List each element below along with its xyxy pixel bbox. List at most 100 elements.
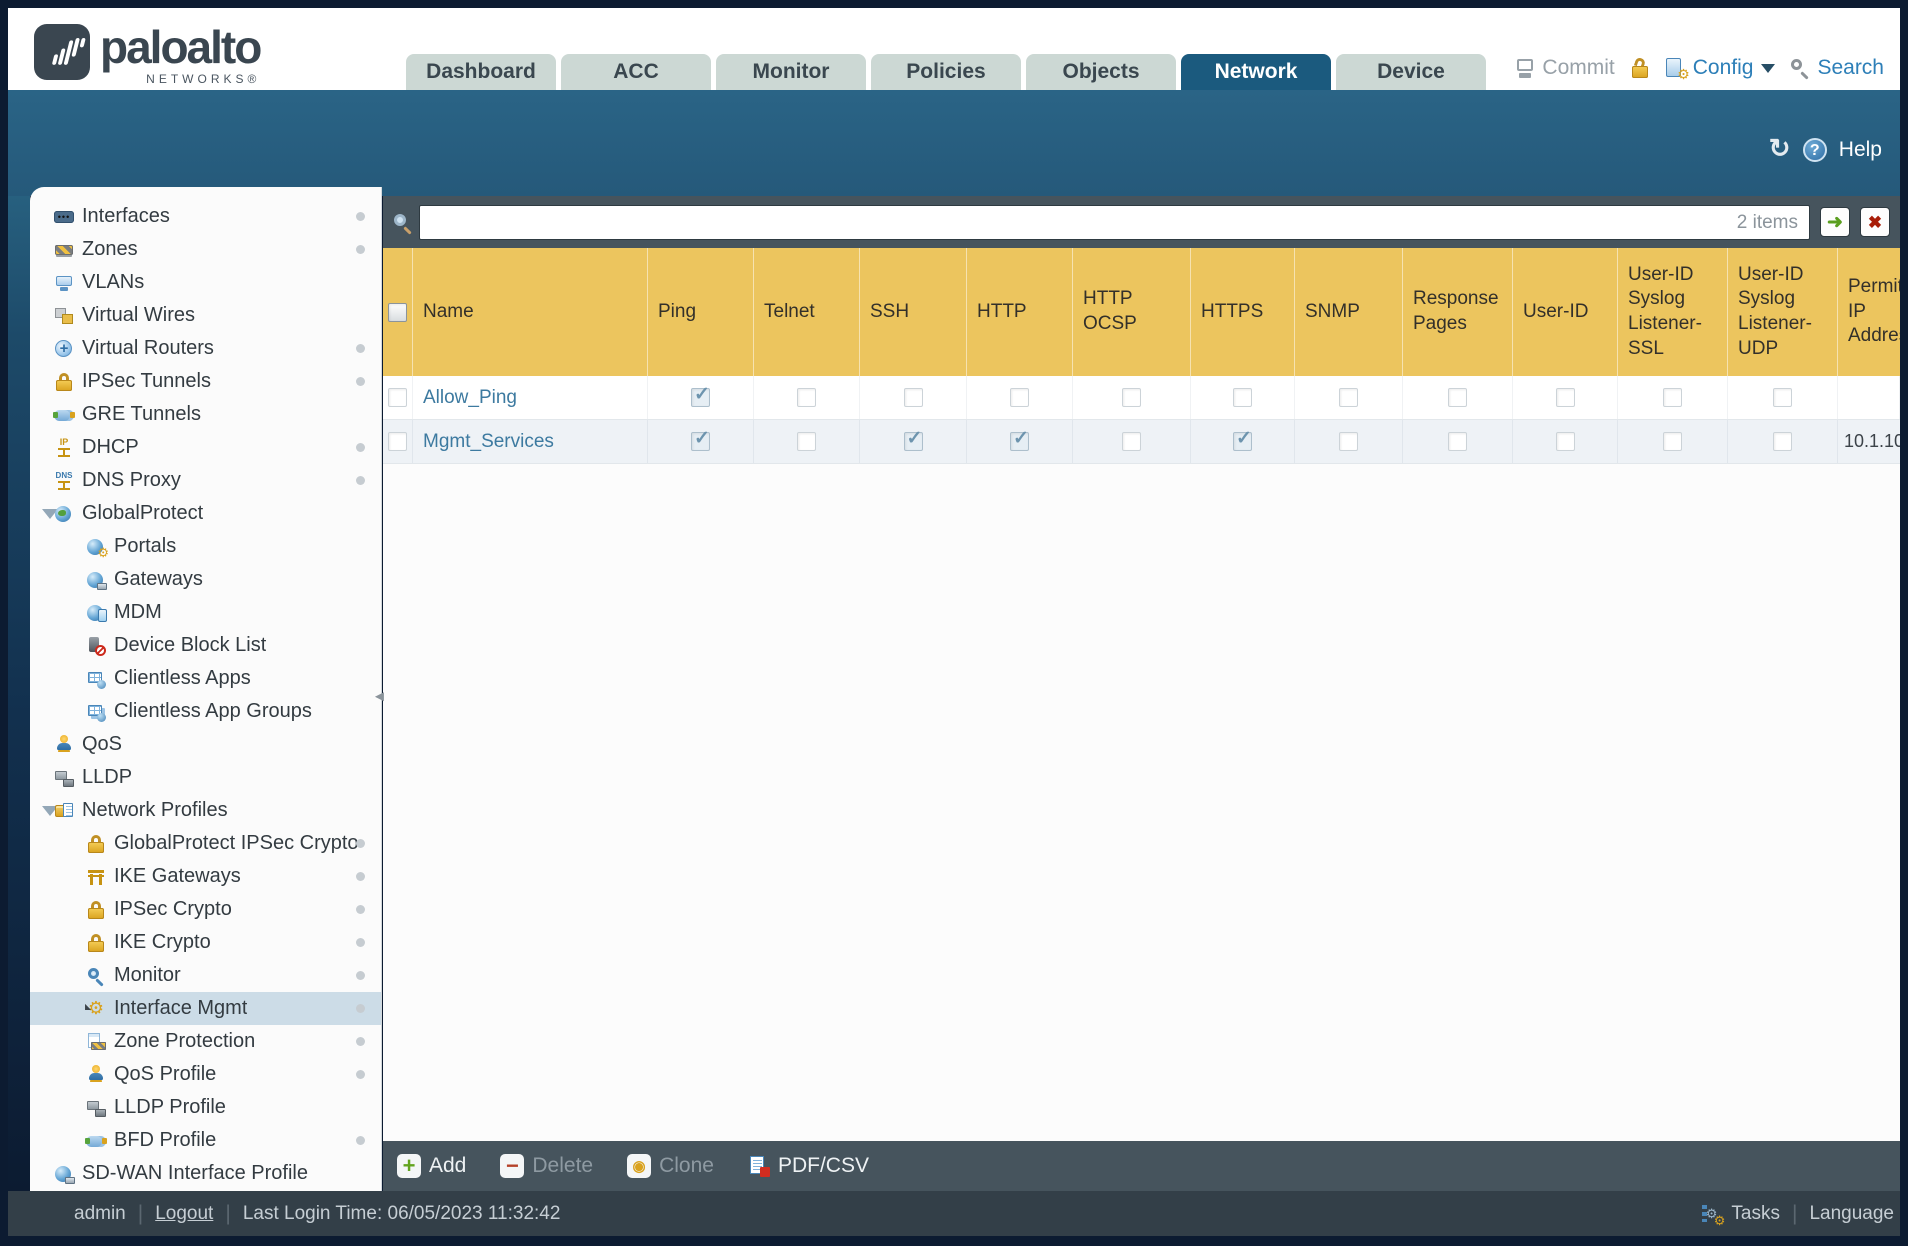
help-icon[interactable] [1802,138,1827,163]
column-header-http[interactable]: HTTP [967,248,1073,376]
zones-icon [54,240,74,260]
apply-filter-button[interactable]: ➜ [1820,207,1850,237]
http_ocsp-checkbox[interactable] [1122,432,1141,451]
sidebar-collapse-handle[interactable]: ◄ [372,688,387,705]
sidebar-item-interfaces[interactable]: Interfaces [30,200,381,233]
tab-dashboard[interactable]: Dashboard [406,54,556,90]
column-header-permitted-ip-address[interactable]: Permitted IP Address... [1838,248,1900,376]
lock-icon[interactable] [1629,57,1651,79]
profile-name-link[interactable]: Allow_Ping [423,387,517,409]
https-checkbox[interactable] [1233,388,1252,407]
commit-icon [1514,57,1536,79]
column-header-response-pages[interactable]: Response Pages [1403,248,1513,376]
tab-network[interactable]: Network [1181,54,1331,90]
tasks-link[interactable]: Tasks [1731,1203,1780,1225]
uid_syslog_udp-checkbox[interactable] [1773,432,1792,451]
sidebar-item-virtual-routers[interactable]: Virtual Routers [30,332,381,365]
filter-input[interactable] [419,204,1810,240]
sidebar-item-network-profiles[interactable]: Network Profiles [30,794,381,827]
sidebar-item-dns-proxy[interactable]: DNS Proxy [30,464,381,497]
user_id-checkbox[interactable] [1555,388,1575,407]
sidebar-item-monitor[interactable]: Monitor [30,959,381,992]
sidebar-item-zones[interactable]: Zones [30,233,381,266]
telnet-checkbox[interactable] [797,432,816,451]
sidebar-item-ipsec-crypto[interactable]: IPSec Crypto [30,893,381,926]
sidebar-item-virtual-wires[interactable]: Virtual Wires [30,299,381,332]
commit-button[interactable]: Commit [1514,56,1615,80]
uid_syslog_ssl-checkbox[interactable] [1663,388,1682,407]
sidebar-item-zone-protection[interactable]: Zone Protection [30,1025,381,1058]
select-all-checkbox[interactable] [388,302,407,322]
snmp-checkbox[interactable] [1339,432,1358,451]
tab-objects[interactable]: Objects [1026,54,1176,90]
sidebar-item-gre-tunnels[interactable]: GRE Tunnels [30,398,381,431]
sidebar-item-interface-mgmt[interactable]: Interface Mgmt [30,992,381,1025]
logout-link[interactable]: Logout [155,1203,213,1225]
https-checkbox[interactable] [1233,428,1252,451]
ssh-checkbox[interactable] [903,388,923,407]
column-header-http-ocsp[interactable]: HTTP OCSP [1073,248,1191,376]
sidebar-item-globalprotect-ipsec-crypto[interactable]: GlobalProtect IPSec Crypto [30,827,381,860]
ssh-checkbox[interactable] [903,428,923,451]
user_id-checkbox[interactable] [1555,432,1575,451]
sidebar-item-clientless-app-groups[interactable]: Clientless App Groups [30,695,381,728]
refresh-icon[interactable] [1769,133,1791,164]
sidebar-item-globalprotect[interactable]: GlobalProtect [30,497,381,530]
column-header-https[interactable]: HTTPS [1191,248,1295,376]
column-header-ping[interactable]: Ping [648,248,754,376]
sidebar-item-bfd-profile[interactable]: BFD Profile [30,1124,381,1157]
sidebar-item-qos[interactable]: QoS [30,728,381,761]
tab-device[interactable]: Device [1336,54,1486,90]
sidebar-item-ike-gateways[interactable]: IKE Gateways [30,860,381,893]
uid_syslog_udp-checkbox[interactable] [1773,388,1792,407]
sidebar-item-clientless-apps[interactable]: Clientless Apps [30,662,381,695]
column-header-telnet[interactable]: Telnet [754,248,860,376]
response_pages-checkbox[interactable] [1448,432,1467,451]
sidebar-item-gateways[interactable]: Gateways [30,563,381,596]
config-menu-button[interactable]: Config [1665,56,1776,83]
add-button[interactable]: + Add [397,1153,466,1178]
tab-monitor[interactable]: Monitor [716,54,866,90]
select-all-column[interactable] [383,248,413,376]
sidebar-item-mdm[interactable]: MDM [30,596,381,629]
clear-filter-button[interactable]: ✖ [1860,207,1890,237]
column-header-name[interactable]: Name [413,248,648,376]
sidebar-item-vlans[interactable]: VLANs [30,266,381,299]
sidebar-item-qos-profile[interactable]: QoS Profile [30,1058,381,1091]
sidebar-item-lldp[interactable]: LLDP [30,761,381,794]
sidebar-item-device-block-list[interactable]: Device Block List [30,629,381,662]
column-header-ssh[interactable]: SSH [860,248,967,376]
column-header-user-id-syslog-listener-ssl[interactable]: User-ID Syslog Listener-SSL [1618,248,1728,376]
row-select-checkbox[interactable] [388,388,407,407]
ping-checkbox[interactable] [691,384,710,407]
uid_syslog_ssl-checkbox[interactable] [1663,432,1682,451]
ping-checkbox[interactable] [691,428,710,451]
column-header-user-id[interactable]: User-ID [1513,248,1618,376]
response_pages-checkbox[interactable] [1448,388,1467,407]
column-header-snmp[interactable]: SNMP [1295,248,1403,376]
http-checkbox[interactable] [1010,428,1029,451]
sidebar-item-portals[interactable]: Portals [30,530,381,563]
sidebar-item-sd-wan-interface-profile[interactable]: SD-WAN Interface Profile [30,1157,381,1190]
sidebar: Interfaces Zones VLANs Virtual Wires Virtual… [30,187,382,1191]
http-checkbox[interactable] [1010,388,1029,407]
sidebar-item-lldp-profile[interactable]: LLDP Profile [30,1091,381,1124]
language-link[interactable]: Language [1809,1203,1894,1225]
tab-acc[interactable]: ACC [561,54,711,90]
tab-policies[interactable]: Policies [871,54,1021,90]
search-label: Search [1817,56,1884,79]
profile-name-link[interactable]: Mgmt_Services [423,431,554,453]
sidebar-item-ike-crypto[interactable]: IKE Crypto [30,926,381,959]
tasks-icon[interactable] [1701,1203,1725,1229]
header-actions: Commit Config Search [1514,56,1884,83]
help-label[interactable]: Help [1839,138,1882,162]
column-header-user-id-syslog-listener-udp[interactable]: User-ID Syslog Listener-UDP [1728,248,1838,376]
sidebar-item-dhcp[interactable]: DHCP [30,431,381,464]
sidebar-item-ipsec-tunnels[interactable]: IPSec Tunnels [30,365,381,398]
http_ocsp-checkbox[interactable] [1122,388,1141,407]
pdf-csv-button[interactable]: PDF/CSV [748,1154,869,1178]
telnet-checkbox[interactable] [797,388,816,407]
snmp-checkbox[interactable] [1339,388,1358,407]
row-select-checkbox[interactable] [388,432,407,451]
search-button[interactable]: Search [1789,56,1884,80]
